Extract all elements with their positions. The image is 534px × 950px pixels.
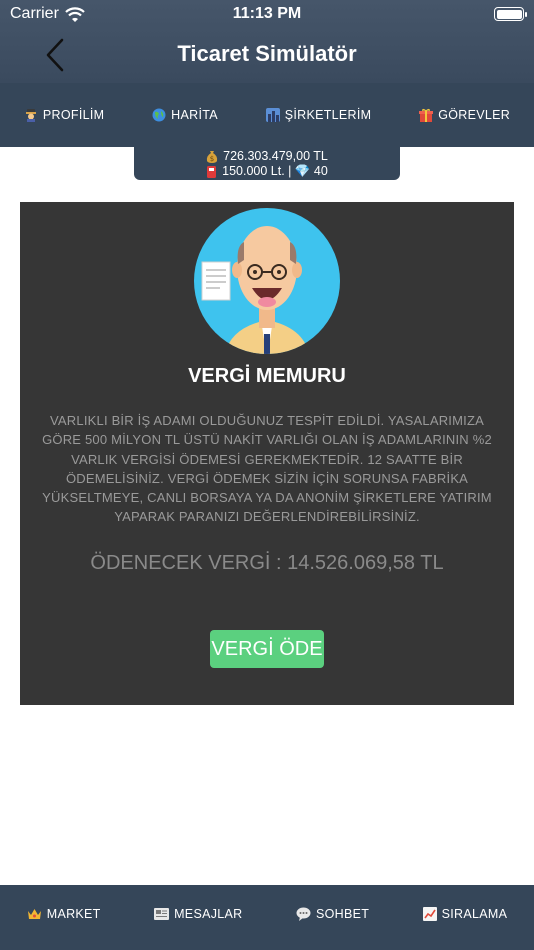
tax-officer-avatar bbox=[194, 208, 340, 354]
tab-market[interactable]: MARKET bbox=[27, 907, 101, 921]
guard-icon bbox=[25, 109, 36, 122]
tab-label: MARKET bbox=[46, 906, 101, 921]
tab-profile[interactable]: PROFİLİM bbox=[24, 108, 104, 122]
tax-officer-card: VERGİ MEMURU VARLIKLI BİR İŞ ADAMI OLDUĞ… bbox=[20, 202, 514, 705]
tab-label: MESAJLAR bbox=[174, 906, 243, 921]
newspaper-icon bbox=[154, 907, 170, 920]
status-bar: Carrier 11:13 PM bbox=[0, 0, 534, 28]
tab-label: SOHBET bbox=[315, 906, 370, 921]
svg-text:$: $ bbox=[210, 155, 214, 163]
fuel-row: 150.000 Lt. | 💎 40 bbox=[134, 164, 400, 179]
tab-label: HARİTA bbox=[171, 108, 218, 122]
money-row: $ 726.303.479,00 TL bbox=[134, 149, 400, 164]
tax-amount: ÖDENECEK VERGİ : 14.526.069,58 TL bbox=[90, 552, 444, 574]
tab-messages[interactable]: MESAJLAR bbox=[154, 907, 242, 921]
battery-icon bbox=[494, 7, 527, 21]
tab-label: SIRALAMA bbox=[441, 906, 508, 921]
gift-icon bbox=[419, 108, 434, 122]
crown-icon bbox=[27, 909, 41, 919]
card-title: VERGİ MEMURU bbox=[188, 365, 346, 387]
tab-label: PROFİLİM bbox=[42, 108, 105, 122]
pay-tax-button[interactable]: VERGİ ÖDE bbox=[210, 630, 324, 668]
page-title: Ticaret Simülatör bbox=[177, 41, 357, 66]
wallet-summary: $ 726.303.479,00 TL 150.000 Lt. | 💎 40 bbox=[134, 147, 400, 180]
speech-bubble-icon bbox=[296, 907, 311, 921]
card-description: VARLIKLI BİR İŞ ADAMI OLDUĞUNUZ TESPİT E… bbox=[42, 413, 492, 525]
top-tab-bar: PROFİLİM HARİTA ŞİRKETLERİM GÖREVLER bbox=[0, 83, 534, 147]
tab-chat[interactable]: SOHBET bbox=[296, 907, 369, 921]
tab-label: ŞİRKETLERİM bbox=[284, 108, 372, 122]
tab-map[interactable]: HARİTA bbox=[152, 108, 218, 122]
bottom-tab-bar: MARKET MESAJLAR SOHBET SIRALAMA bbox=[0, 885, 534, 950]
globe-icon bbox=[152, 108, 166, 122]
money-amount: 726.303.479,00 TL bbox=[223, 149, 328, 163]
chart-icon bbox=[422, 906, 437, 921]
money-bag-icon: $ bbox=[206, 151, 218, 163]
tab-companies[interactable]: ŞİRKETLERİM bbox=[265, 108, 372, 122]
city-icon bbox=[265, 108, 280, 122]
tab-label: GÖREVLER bbox=[438, 108, 511, 122]
clock: 11:13 PM bbox=[232, 5, 302, 22]
tab-ranking[interactable]: SIRALAMA bbox=[422, 906, 508, 921]
fuel-diamond-amount: 150.000 Lt. | 💎 40 bbox=[222, 164, 328, 178]
fuel-pump-icon bbox=[207, 166, 217, 178]
tab-tasks[interactable]: GÖREVLER bbox=[419, 108, 510, 122]
navigation-bar: Carrier 11:13 PM Ticaret Simülatör bbox=[0, 0, 534, 83]
